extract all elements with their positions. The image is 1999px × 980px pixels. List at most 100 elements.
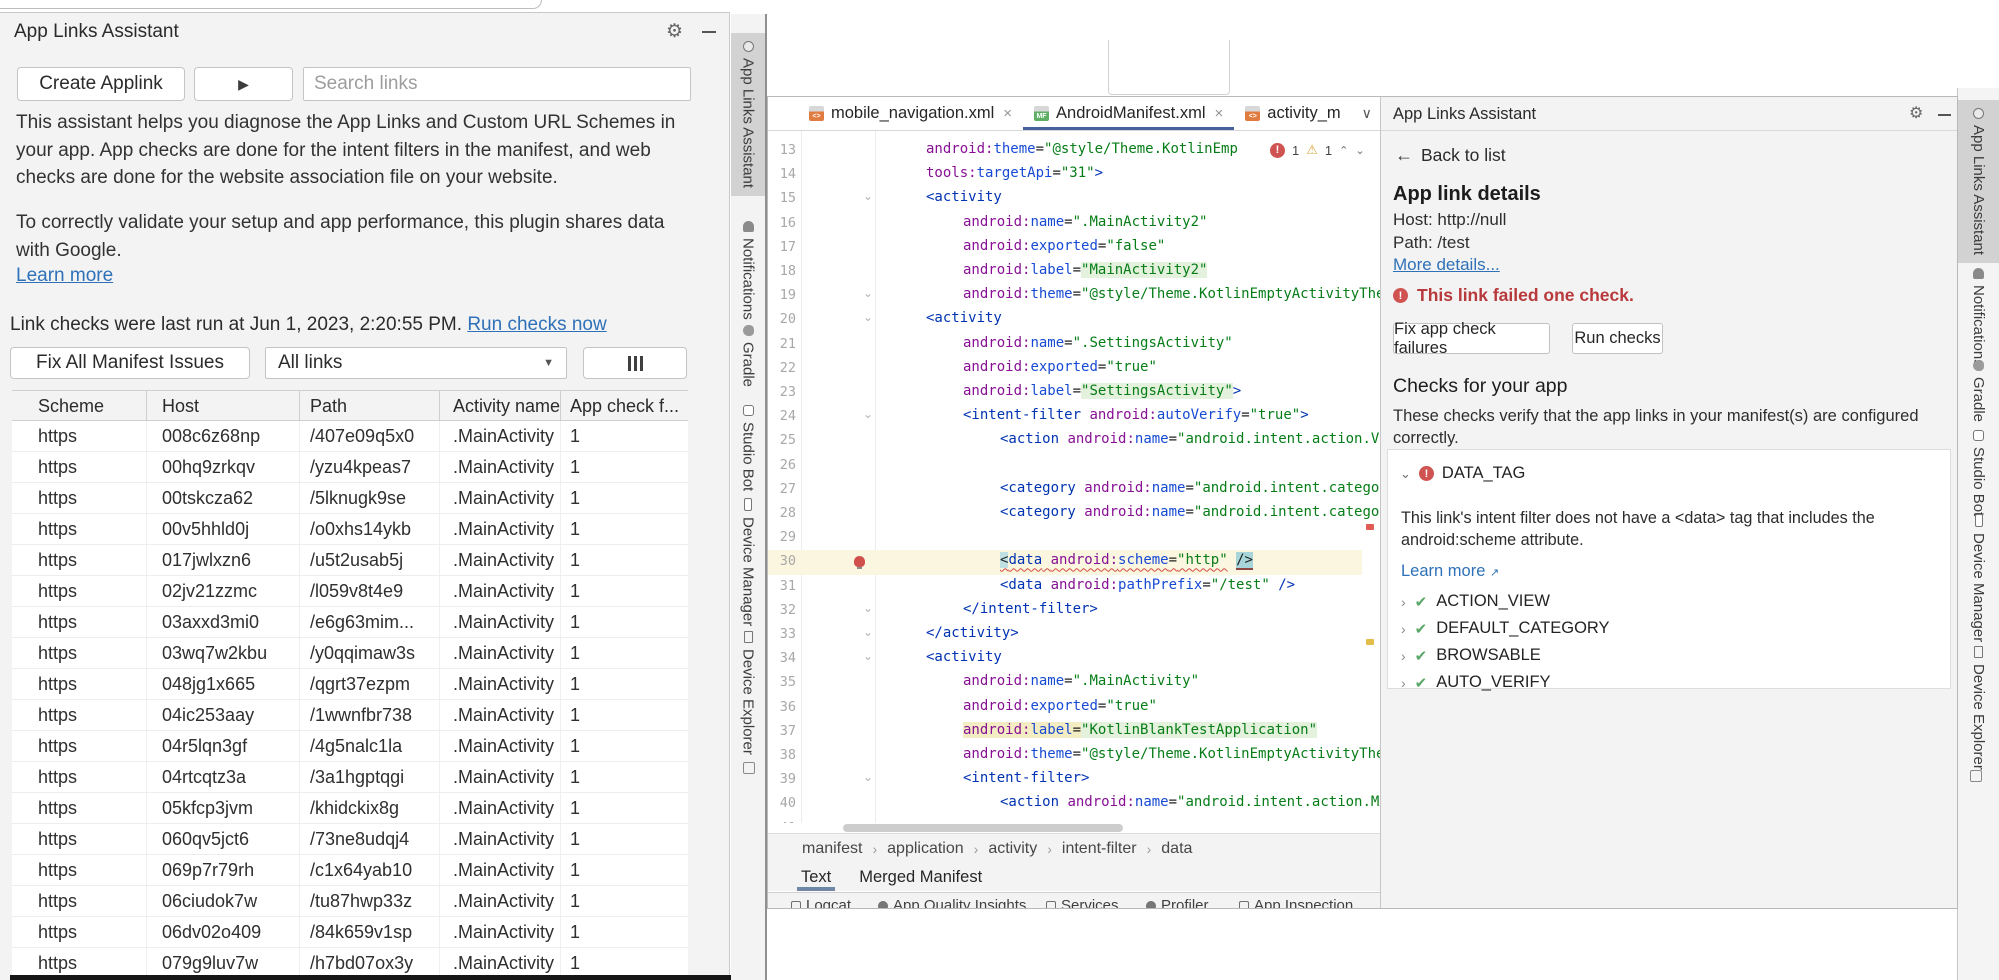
code-line-24[interactable]: 24⌄<intent-filter android:autoVerify="tr… xyxy=(768,405,1362,429)
error-stripe-mark[interactable] xyxy=(1366,524,1374,530)
error-lightbulb-icon[interactable] xyxy=(854,556,865,567)
prev-issue-icon[interactable]: ⌃ xyxy=(1339,144,1348,157)
create-applink-button[interactable]: Create Applink xyxy=(17,67,185,101)
code-line-34[interactable]: 34⌄<activity xyxy=(768,647,1362,671)
code-line-40[interactable]: 40<action android:name="android.intent.a… xyxy=(768,792,1362,816)
code-line-23[interactable]: 23android:label="SettingsActivity"> xyxy=(768,381,1362,405)
fold-marker-icon[interactable]: ⌄ xyxy=(863,770,873,784)
chevron-down-icon[interactable]: ⌄ xyxy=(1400,466,1411,482)
column-settings-button[interactable] xyxy=(583,347,687,379)
editor-tab-mobile-navigation-xml[interactable]: <>mobile_navigation.xml× xyxy=(798,97,1023,130)
code-line-13[interactable]: 13android:theme="@style/Theme.KotlinEmp!… xyxy=(768,139,1362,163)
table-row[interactable]: https00v5hhld0j/o0xhs14ykb.MainActivity1 xyxy=(12,514,688,545)
table-row[interactable]: https069p7r79rh/c1x64yab10.MainActivity1 xyxy=(12,855,688,886)
code-line-25[interactable]: 25<action android:name="android.intent.a… xyxy=(768,429,1362,453)
table-row[interactable]: https008c6z68np/407e09q5x0.MainActivity1 xyxy=(12,421,688,452)
tool-strip-tab-gradle[interactable]: Gradle xyxy=(731,317,765,395)
table-row[interactable]: https06dv02o409/84k659v1sp.MainActivity1 xyxy=(12,917,688,948)
code-line-39[interactable]: 39⌄<intent-filter> xyxy=(768,768,1362,792)
chevron-right-icon[interactable]: › xyxy=(1401,675,1406,691)
more-details-link[interactable]: More details... xyxy=(1393,255,1500,274)
breadcrumb-item-activity[interactable]: activity xyxy=(988,840,1037,858)
error-stripe[interactable] xyxy=(1364,131,1376,823)
column-header-host[interactable]: Host xyxy=(147,391,300,420)
check-row-browsable[interactable]: ›✔BROWSABLE xyxy=(1401,646,1541,665)
tool-strip-tab-app-links-assistant[interactable]: App Links Assistant xyxy=(731,33,765,196)
code-line-37[interactable]: 37android:label="KotlinBlankTestApplicat… xyxy=(768,720,1362,744)
chevron-right-icon[interactable]: › xyxy=(1401,648,1406,664)
code-line-26[interactable]: 26 xyxy=(768,454,1362,478)
links-filter-dropdown[interactable]: All links ▼ xyxy=(265,347,567,379)
check-row-action-view[interactable]: ›✔ACTION_VIEW xyxy=(1401,592,1550,611)
fold-marker-icon[interactable]: ⌄ xyxy=(863,286,873,300)
code-line-30[interactable]: 30<data android:scheme="http" /> xyxy=(768,550,1362,574)
table-row[interactable]: https00tskcza62/5lknugk9se.MainActivity1 xyxy=(12,483,688,514)
fold-marker-icon[interactable]: ⌄ xyxy=(863,649,873,663)
code-line-35[interactable]: 35android:name=".MainActivity" xyxy=(768,671,1362,695)
table-row[interactable]: https017jwlxzn6/u5t2usab5j.MainActivity1 xyxy=(12,545,688,576)
code-editor[interactable]: 13android:theme="@style/Theme.KotlinEmp!… xyxy=(768,131,1380,823)
breadcrumb-item-application[interactable]: application xyxy=(887,840,964,858)
code-line-17[interactable]: 17android:exported="false" xyxy=(768,236,1362,260)
fix-all-manifest-issues-button[interactable]: Fix All Manifest Issues xyxy=(10,347,250,379)
table-row[interactable]: https00hq9zrkqv/yzu4kpeas7.MainActivity1 xyxy=(12,452,688,483)
check-row-auto-verify[interactable]: ›✔AUTO_VERIFY xyxy=(1401,673,1551,692)
code-line-41[interactable]: 41 xyxy=(768,817,1362,823)
close-icon[interactable]: × xyxy=(1215,105,1224,122)
search-links-input[interactable] xyxy=(303,67,691,101)
code-line-20[interactable]: 20⌄<activity xyxy=(768,308,1362,332)
code-line-32[interactable]: 32⌄</intent-filter> xyxy=(768,599,1362,623)
chevron-right-icon[interactable]: › xyxy=(1401,621,1406,637)
table-row[interactable]: https04rtcqtz3a/3a1hgptqgi.MainActivity1 xyxy=(12,762,688,793)
toolwindow-button-services[interactable]: Services xyxy=(1046,895,1119,908)
column-header-app-check-f-[interactable]: App check f... xyxy=(561,391,688,420)
code-line-36[interactable]: 36android:exported="true" xyxy=(768,696,1362,720)
table-row[interactable]: https06ciudok7w/tu87hwp33z.MainActivity1 xyxy=(12,886,688,917)
inspection-widget[interactable]: !1⚠1⌃⌄ xyxy=(1270,142,1365,158)
toolwindow-button-app-quality-insights[interactable]: App Quality Insights xyxy=(878,895,1026,908)
table-row[interactable]: https060qv5jct6/73ne8udqj4.MainActivity1 xyxy=(12,824,688,855)
table-row[interactable]: https03axxd3mi0/e6g63mim....MainActivity… xyxy=(12,607,688,638)
editor-tab-androidmanifest-xml[interactable]: MFAndroidManifest.xml× xyxy=(1023,97,1234,130)
gear-icon[interactable]: ⚙ xyxy=(666,20,683,43)
column-header-activity-name[interactable]: Activity name xyxy=(440,391,561,420)
editor-tab-activity-m[interactable]: <>activity_m xyxy=(1234,97,1351,130)
gear-icon[interactable]: ⚙ xyxy=(1909,103,1923,123)
fold-marker-icon[interactable]: ⌄ xyxy=(863,407,873,421)
breadcrumb-item-data[interactable]: data xyxy=(1161,840,1192,858)
fold-marker-icon[interactable]: ⌄ xyxy=(863,189,873,203)
tool-strip-tab-device-manager[interactable]: Device Manager xyxy=(1958,506,1999,650)
code-line-21[interactable]: 21android:name=".SettingsActivity" xyxy=(768,333,1362,357)
run-checks-now-link[interactable]: Run checks now xyxy=(467,314,606,335)
code-line-19[interactable]: 19⌄android:theme="@style/Theme.KotlinEmp… xyxy=(768,284,1362,308)
tool-strip-tab-device-explorer[interactable]: Device Explorer xyxy=(1958,638,1999,778)
tab-dropdown-icon[interactable]: ∨ xyxy=(1362,105,1372,122)
table-row[interactable]: https048jg1x665/qgrt37ezpm.MainActivity1 xyxy=(12,669,688,700)
table-row[interactable]: https04r5lqn3gf/4g5nalc1la.MainActivity1 xyxy=(12,731,688,762)
tool-strip-tab-gradle[interactable]: Gradle xyxy=(1958,352,1999,430)
code-line-22[interactable]: 22android:exported="true" xyxy=(768,357,1362,381)
data-tag-check-row[interactable]: ⌄ ! DATA_TAG xyxy=(1400,464,1525,483)
run-checks-button[interactable]: Run checks xyxy=(1572,323,1663,354)
code-line-31[interactable]: 31<data android:pathPrefix="/test" /> xyxy=(768,575,1362,599)
toolwindow-button-profiler[interactable]: Profiler xyxy=(1146,895,1209,908)
back-to-list-button[interactable]: ← Back to list xyxy=(1395,145,1506,166)
code-line-29[interactable]: 29 xyxy=(768,526,1362,550)
tool-strip-tab-notifications[interactable]: Notifications xyxy=(731,213,765,328)
minimize-icon[interactable] xyxy=(702,31,716,33)
code-line-33[interactable]: 33⌄</activity> xyxy=(768,623,1362,647)
warning-stripe-mark[interactable] xyxy=(1366,639,1374,645)
code-line-27[interactable]: 27<category android:name="android.intent… xyxy=(768,478,1362,502)
code-line-18[interactable]: 18android:label="MainActivity2" xyxy=(768,260,1362,284)
toolwindow-button-logcat[interactable]: Logcat xyxy=(791,895,851,908)
code-line-15[interactable]: 15⌄<activity xyxy=(768,187,1362,211)
breadcrumb-item-intent-filter[interactable]: intent-filter xyxy=(1062,840,1137,858)
table-row[interactable]: https03wq7w2kbu/y0qqimaw3s.MainActivity1 xyxy=(12,638,688,669)
toolwindow-button-app-inspection[interactable]: App Inspection xyxy=(1239,895,1353,908)
table-row[interactable]: https05kfcp3jvm/khidckix8g.MainActivity1 xyxy=(12,793,688,824)
table-row[interactable]: https04ic253aay/1wwnfbr738.MainActivity1 xyxy=(12,700,688,731)
tool-strip-tab-device-manager[interactable]: Device Manager xyxy=(731,490,765,634)
run-icon[interactable]: ▶ xyxy=(194,67,293,101)
tool-strip-tab-device-explorer[interactable]: Device Explorer xyxy=(731,623,765,763)
close-icon[interactable]: × xyxy=(1003,105,1012,122)
